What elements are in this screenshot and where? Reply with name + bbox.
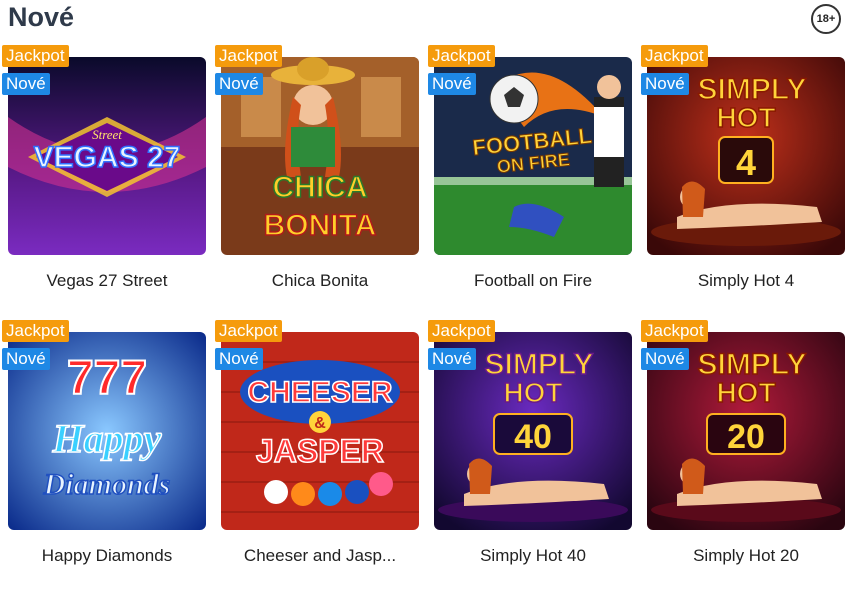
- logo-text: HOT: [716, 377, 775, 408]
- new-badge: Nové: [641, 73, 689, 95]
- jackpot-badge: Jackpot: [2, 320, 69, 342]
- logo-text: 777: [67, 352, 147, 405]
- logo-text: &: [314, 415, 326, 432]
- new-badge: Nové: [2, 73, 50, 95]
- logo-text: Diamonds: [43, 468, 171, 501]
- jackpot-badge: Jackpot: [428, 320, 495, 342]
- logo-text: 4: [736, 142, 756, 183]
- jackpot-badge: Jackpot: [215, 320, 282, 342]
- jackpot-badge: Jackpot: [215, 45, 282, 67]
- new-badge: Nové: [2, 348, 50, 370]
- jackpot-badge: Jackpot: [428, 45, 495, 67]
- game-title[interactable]: Vegas 27 Street: [2, 271, 212, 291]
- game-title[interactable]: Simply Hot 20: [641, 546, 850, 566]
- jackpot-badge: Jackpot: [641, 320, 708, 342]
- logo-text: HOT: [503, 377, 562, 408]
- game-title[interactable]: Chica Bonita: [215, 271, 425, 291]
- logo-text: VEGAS 27: [34, 141, 181, 174]
- jackpot-badge: Jackpot: [2, 45, 69, 67]
- game-title[interactable]: Football on Fire: [428, 271, 638, 291]
- logo-text: 20: [727, 418, 765, 456]
- logo-text: Street: [92, 127, 122, 142]
- game-title[interactable]: Simply Hot 4: [641, 271, 850, 291]
- game-title[interactable]: Simply Hot 40: [428, 546, 638, 566]
- logo-text: 40: [514, 418, 552, 456]
- new-badge: Nové: [428, 73, 476, 95]
- game-title[interactable]: Cheeser and Jasp...: [215, 546, 425, 566]
- logo-text: JASPER: [256, 433, 384, 469]
- logo-text: BONITA: [264, 209, 377, 242]
- logo-text: Happy: [52, 416, 162, 461]
- game-title[interactable]: Happy Diamonds: [2, 546, 212, 566]
- new-badge: Nové: [215, 348, 263, 370]
- section-title: Nové: [8, 2, 75, 32]
- new-badge: Nové: [428, 348, 476, 370]
- new-badge: Nové: [215, 73, 263, 95]
- age-restriction-icon: 18+: [811, 4, 841, 34]
- jackpot-badge: Jackpot: [641, 45, 708, 67]
- logo-text: HOT: [716, 102, 775, 133]
- new-badge: Nové: [641, 348, 689, 370]
- logo-text: CHEESER: [247, 376, 392, 409]
- logo-text: CHICA: [273, 171, 368, 204]
- section-header: Nové 18+: [0, 0, 850, 40]
